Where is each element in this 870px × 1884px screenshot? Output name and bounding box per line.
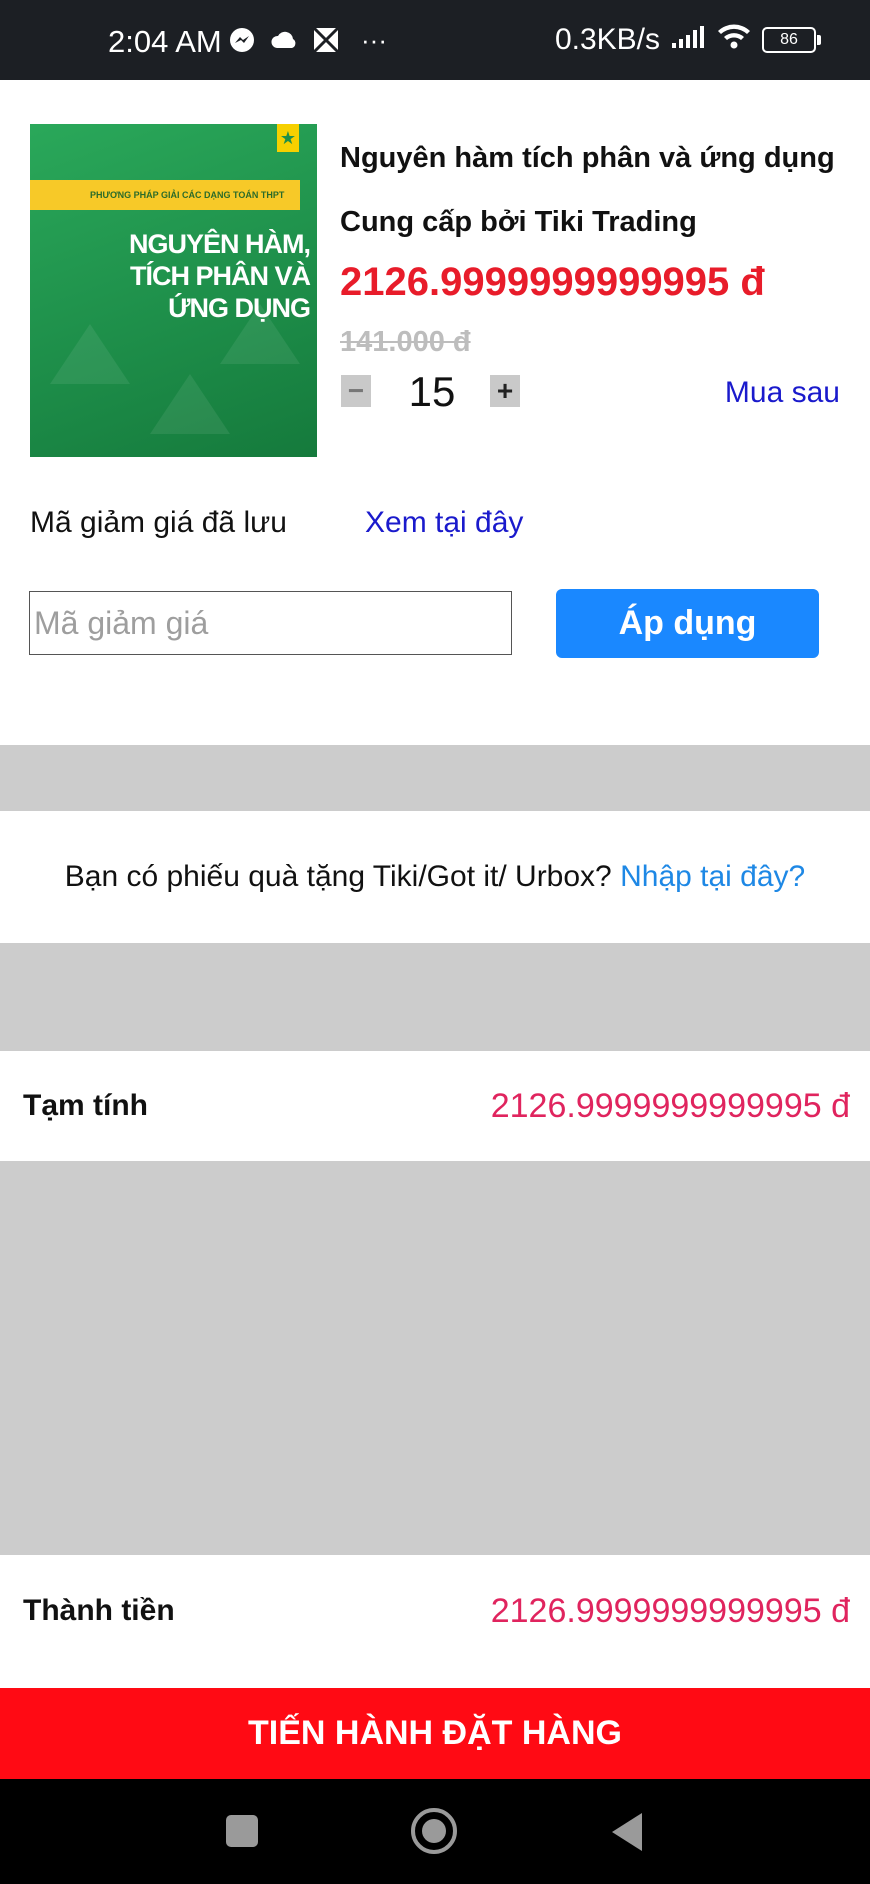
network-speed: 0.3KB/s: [554, 23, 660, 56]
cover-title: NGUYÊN HÀM, TÍCH PHÂN VÀ ỨNG DỤNG: [128, 229, 311, 323]
view-saved-coupons-link[interactable]: Xem tại đây: [365, 506, 523, 540]
section-divider: [0, 745, 870, 811]
section-divider: [0, 943, 870, 1051]
status-bar: 2:04 AM ··· 0.3KB/s 86: [0, 0, 870, 80]
quantity-value: 15: [408, 368, 456, 415]
quantity-increase-button[interactable]: +: [490, 375, 520, 407]
recent-apps-icon[interactable]: [226, 1815, 258, 1847]
total-value: 2126.9999999999995 đ: [490, 1592, 850, 1630]
status-right: 0.3KB/s 86: [554, 22, 821, 58]
gift-voucher-link[interactable]: Nhập tại đây?: [620, 860, 805, 893]
signal-icon: [670, 23, 706, 57]
status-time: 2:04 AM: [108, 24, 222, 59]
gift-voucher-text: Bạn có phiếu quà tặng Tiki/Got it/ Urbox…: [64, 860, 612, 893]
gift-voucher-row: Bạn có phiếu quà tặng Tiki/Got it/ Urbox…: [0, 812, 870, 942]
home-icon[interactable]: [411, 1808, 457, 1854]
section-divider: [0, 1161, 870, 1555]
cover-pattern: [50, 324, 130, 384]
product-title[interactable]: Nguyên hàm tích phân và ứng dụng: [340, 142, 835, 175]
notification-icons: ···: [228, 24, 394, 55]
messenger-icon: [228, 26, 256, 54]
saved-coupons-label: Mã giảm giá đã lưu: [30, 506, 287, 539]
more-notifications-icon: ···: [361, 24, 387, 55]
coupon-code-input[interactable]: [29, 591, 512, 655]
place-order-button[interactable]: TIẾN HÀNH ĐẶT HÀNG: [0, 1688, 870, 1779]
product-seller: Cung cấp bởi Tiki Trading: [340, 206, 697, 238]
back-icon[interactable]: [612, 1813, 642, 1851]
quantity-decrease-button[interactable]: −: [341, 375, 371, 407]
wifi-icon: [716, 22, 752, 58]
star-badge-icon: ★: [277, 124, 299, 152]
apply-coupon-button[interactable]: Áp dụng: [556, 589, 819, 658]
battery-icon: 86: [762, 27, 821, 53]
product-cover-image[interactable]: ★ PHƯƠNG PHÁP GIẢI CÁC DẠNG TOÁN THPT NG…: [30, 124, 317, 457]
product-price: 2126.9999999999995 đ: [340, 260, 765, 304]
subtotal-value: 2126.9999999999995 đ: [490, 1087, 850, 1125]
product-original-price: 141.000 đ: [340, 326, 471, 358]
gallery-icon: [312, 26, 340, 54]
cloud-icon: [270, 26, 298, 54]
cover-pattern: [150, 374, 230, 434]
buy-later-link[interactable]: Mua sau: [725, 376, 840, 410]
battery-level: 86: [780, 31, 798, 48]
total-label: Thành tiền: [23, 1594, 175, 1627]
cover-band: PHƯƠNG PHÁP GIẢI CÁC DẠNG TOÁN THPT: [30, 180, 300, 210]
subtotal-label: Tạm tính: [23, 1089, 148, 1122]
